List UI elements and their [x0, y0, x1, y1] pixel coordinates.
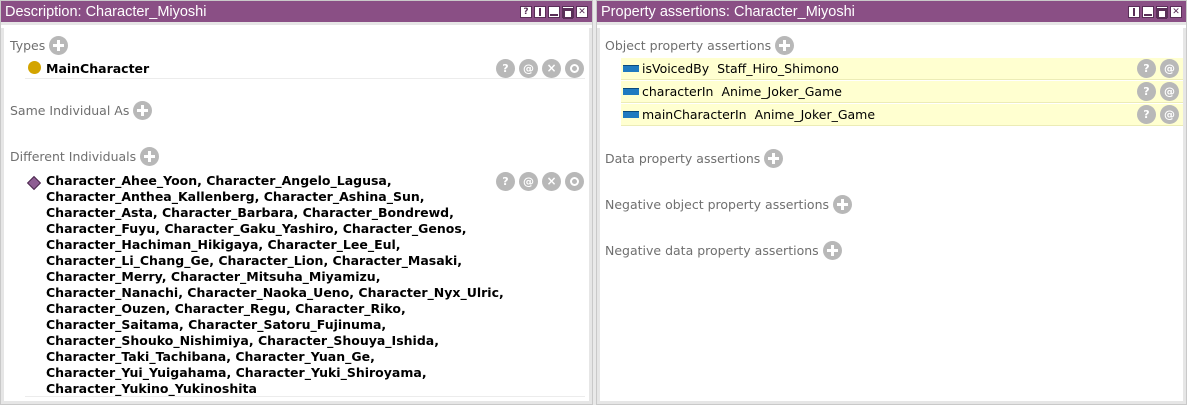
data-property-assertions-label: Data property assertions	[605, 151, 761, 166]
description-view: Description: Character_Miyoshi ? ✕ Types…	[0, 0, 593, 405]
annotate-icon[interactable]: @	[519, 172, 538, 191]
types-label: Types	[10, 38, 46, 53]
help-icon[interactable]: ?	[1137, 82, 1156, 101]
object-property-assertions-header: Object property assertions	[605, 36, 795, 55]
different-individuals-row[interactable]: Character_Ahee_Yoon, Character_Angelo_La…	[26, 173, 504, 397]
annotate-icon[interactable]: @	[1160, 59, 1179, 78]
negative-object-property-assertions-label: Negative object property assertions	[605, 197, 830, 212]
help-icon[interactable]: ?	[1137, 105, 1156, 124]
different-individuals-line: Character_Taki_Tachibana, Character_Yuan…	[46, 349, 375, 364]
object-property-assertions-label: Object property assertions	[605, 38, 772, 53]
assertion-actions: ? @	[1137, 82, 1179, 101]
negative-object-property-assertions-header: Negative object property assertions	[605, 195, 853, 214]
object-property-assertion-row[interactable]: characterIn Anime_Joker_Game ? @	[621, 81, 1183, 103]
delete-icon[interactable]: ×	[542, 172, 561, 191]
close-icon[interactable]: ✕	[1170, 5, 1182, 18]
different-individuals-line: Character_Ouzen, Character_Regu, Charact…	[46, 301, 406, 316]
data-property-assertions-header: Data property assertions	[605, 149, 784, 168]
add-type-button[interactable]	[49, 36, 69, 55]
different-individuals-line: Character_Shouko_Nishimiya, Character_Sh…	[46, 333, 439, 348]
assertion-actions: ? @	[1137, 59, 1179, 78]
types-section-header: Types	[10, 36, 69, 55]
property-assertions-content: Object property assertions isVoicedBy St…	[597, 28, 1186, 404]
close-icon[interactable]: ✕	[576, 5, 588, 18]
split-view-icon[interactable]	[534, 5, 546, 18]
same-individual-label: Same Individual As	[10, 103, 130, 118]
help-icon[interactable]: ?	[520, 5, 532, 18]
window-controls: ✕	[1128, 5, 1186, 18]
minimize-icon[interactable]	[1142, 5, 1154, 18]
different-individuals-line: Character_Nanachi, Character_Naoka_Ueno,…	[46, 285, 504, 300]
divider	[25, 396, 585, 397]
minimize-icon[interactable]	[548, 5, 560, 18]
different-individuals-line: Character_Asta, Character_Barbara, Chara…	[46, 205, 454, 220]
add-negative-data-property-assertion-button[interactable]	[822, 241, 842, 260]
object-property-assertion-row[interactable]: isVoicedBy Staff_Hiro_Shimono ? @	[621, 58, 1183, 80]
description-titlebar[interactable]: Description: Character_Miyoshi ? ✕	[1, 1, 592, 25]
window-controls: ? ✕	[520, 5, 592, 18]
assertion-value: Anime_Joker_Game	[754, 107, 876, 122]
assertion-property: characterIn	[642, 84, 714, 99]
add-data-property-assertion-button[interactable]	[764, 149, 784, 168]
different-individuals-line: Character_Li_Chang_Ge, Character_Lion, C…	[46, 253, 463, 268]
maximize-icon[interactable]	[1156, 5, 1168, 18]
different-individuals-line: Character_Yukino_Yukinoshita	[46, 381, 257, 396]
annotate-icon[interactable]: @	[1160, 105, 1179, 124]
add-same-individual-button[interactable]	[133, 101, 153, 120]
different-individuals-line: Character_Anthea_Kallenberg, Character_A…	[46, 189, 425, 204]
negative-data-property-assertions-label: Negative data property assertions	[605, 243, 819, 258]
different-individuals-label: Different Individuals	[10, 149, 137, 164]
different-individuals-line: Character_Saitama, Character_Satoru_Fuji…	[46, 317, 387, 332]
explain-icon[interactable]	[565, 59, 584, 78]
same-individual-section-header: Same Individual As	[10, 101, 153, 120]
assertion-value: Staff_Hiro_Shimono	[717, 61, 839, 76]
individual-icon	[26, 175, 42, 191]
split-view-icon[interactable]	[1128, 5, 1140, 18]
object-property-assertion-row[interactable]: mainCharacterIn Anime_Joker_Game ? @	[621, 104, 1183, 126]
property-assertions-titlebar[interactable]: Property assertions: Character_Miyoshi ✕	[597, 1, 1186, 25]
different-individuals-line: Character_Yui_Yuigahama, Character_Yuki_…	[46, 365, 427, 380]
different-individuals-line: Character_Ahee_Yoon, Character_Angelo_La…	[46, 173, 392, 188]
assertion-property: isVoicedBy	[642, 61, 710, 76]
different-individuals-line: Character_Fuyu, Character_Gaku_Yashiro, …	[46, 221, 467, 236]
different-individuals-section-header: Different Individuals	[10, 147, 160, 166]
explain-icon[interactable]	[565, 172, 584, 191]
assertion-property: mainCharacterIn	[642, 107, 747, 122]
object-property-icon	[623, 111, 639, 118]
help-icon[interactable]: ?	[1137, 59, 1156, 78]
annotate-icon[interactable]: @	[519, 59, 538, 78]
add-different-individual-button[interactable]	[140, 147, 160, 166]
different-individuals-line: Character_Merry, Character_Mitsuha_Miyam…	[46, 269, 381, 284]
add-object-property-assertion-button[interactable]	[775, 36, 795, 55]
object-property-icon	[623, 65, 639, 72]
divider	[25, 78, 585, 79]
annotate-icon[interactable]: @	[1160, 82, 1179, 101]
type-item-label: MainCharacter	[46, 61, 150, 76]
help-icon[interactable]: ?	[496, 172, 515, 191]
description-title: Description: Character_Miyoshi	[5, 3, 207, 20]
property-assertions-view: Property assertions: Character_Miyoshi ✕…	[596, 0, 1187, 405]
description-content: Types MainCharacter ? @ × Same Individua…	[1, 28, 592, 404]
different-individuals-actions: ? @ ×	[496, 172, 584, 191]
class-icon	[28, 61, 41, 74]
add-negative-object-property-assertion-button[interactable]	[833, 195, 853, 214]
maximize-icon[interactable]	[562, 5, 574, 18]
object-property-icon	[623, 88, 639, 95]
different-individuals-line: Character_Hachiman_Hikigaya, Character_L…	[46, 237, 401, 252]
help-icon[interactable]: ?	[496, 59, 515, 78]
different-individuals-list: Character_Ahee_Yoon, Character_Angelo_La…	[46, 173, 504, 397]
negative-data-property-assertions-header: Negative data property assertions	[605, 241, 842, 260]
type-item-row[interactable]: MainCharacter	[28, 61, 149, 76]
assertion-value: Anime_Joker_Game	[721, 84, 842, 99]
property-assertions-title: Property assertions: Character_Miyoshi	[601, 3, 855, 20]
delete-icon[interactable]: ×	[542, 59, 561, 78]
type-item-actions: ? @ ×	[496, 59, 584, 78]
assertion-actions: ? @	[1137, 105, 1179, 124]
